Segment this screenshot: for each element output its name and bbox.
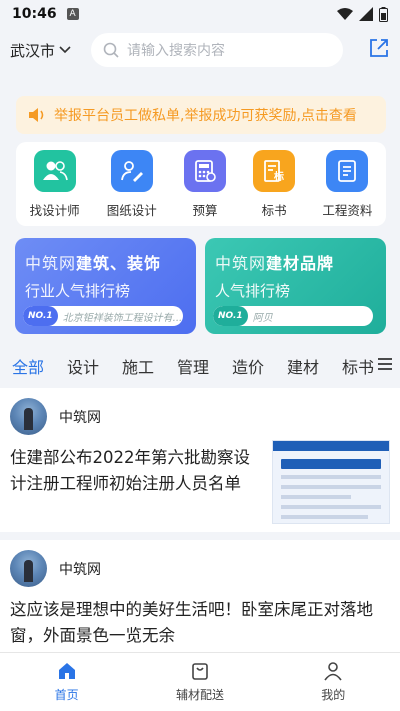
banner-construction-ranking[interactable]: 中筑网建筑、装饰 行业人气排行榜 NO.1 北京钜祥装饰工程设计有... — [15, 238, 196, 334]
signal-icon — [359, 7, 373, 21]
top-item-name: 阿贝 — [252, 312, 273, 324]
budget-icon — [184, 149, 226, 192]
post-thumbnail — [272, 440, 390, 524]
list-item[interactable]: 中筑网 住建部公布2022年第六批勘察设计注册工程师初始注册人员名单 — [0, 388, 400, 540]
search-input[interactable]: 请输入搜索内容 — [91, 33, 344, 67]
category-drawing-design[interactable]: 图纸设计 — [106, 149, 157, 219]
top-item-name: 北京钜祥装饰工程设计有... — [62, 312, 183, 324]
status-icons — [337, 6, 388, 22]
nav-profile[interactable]: 我的 — [293, 661, 373, 703]
category-label: 标书 — [261, 202, 287, 218]
banner-title: 中筑网建筑、装饰 — [25, 254, 162, 273]
report-notice-bar[interactable]: 举报平台员工做私单,举报成功可获奖励,点击查看 — [16, 96, 386, 134]
city-label: 武汉市 — [10, 41, 56, 60]
menu-icon[interactable] — [378, 356, 392, 375]
banner-top-item: NO.1 北京钜祥装饰工程设计有... — [23, 306, 183, 326]
search-icon — [103, 42, 119, 58]
search-placeholder: 请输入搜索内容 — [127, 43, 226, 59]
banner-subtitle: 人气排行榜 — [215, 282, 291, 300]
category-label: 找设计师 — [29, 202, 80, 218]
rank-badge: NO.1 — [213, 306, 248, 326]
status-time: 10:46 — [12, 6, 57, 22]
category-tabs: 全部 设计 施工 管理 造价 建材 标书 — [0, 344, 400, 388]
banner-subtitle: 行业人气排行榜 — [25, 282, 131, 300]
wifi-icon — [337, 7, 353, 20]
nav-label: 首页 — [54, 688, 79, 702]
tab-design[interactable]: 设计 — [67, 354, 122, 378]
post-title: 住建部公布2022年第六批勘察设计注册工程师初始注册人员名单 — [10, 448, 250, 493]
bottom-nav: 首页 辅材配送 我的 — [0, 652, 400, 711]
author-name: 中筑网 — [59, 409, 101, 426]
banner-top-item: NO.1 阿贝 — [213, 306, 373, 326]
battery-icon — [379, 6, 388, 22]
tab-materials[interactable]: 建材 — [287, 354, 342, 378]
avatar — [10, 398, 47, 435]
share-button[interactable] — [368, 37, 390, 63]
list-item[interactable]: 中筑网 这应该是理想中的美好生活吧！卧室床尾正对落地窗，外面景色一览无余 — [0, 540, 400, 652]
speaker-icon — [29, 108, 44, 122]
nav-home[interactable]: 首页 — [27, 661, 107, 703]
category-label: 图纸设计 — [106, 202, 157, 218]
notification-a-icon: A — [66, 8, 79, 20]
news-feed: 中筑网 住建部公布2022年第六批勘察设计注册工程师初始注册人员名单 中筑网 这… — [0, 388, 400, 652]
category-budget[interactable]: 预算 — [184, 149, 226, 219]
rank-badge: NO.1 — [23, 306, 58, 326]
banner-material-ranking[interactable]: 中筑网建材品牌 人气排行榜 NO.1 阿贝 — [205, 238, 386, 334]
docs-icon — [326, 149, 369, 192]
nav-label: 辅材配送 — [175, 688, 224, 702]
tab-cost[interactable]: 造价 — [232, 354, 287, 378]
avatar — [10, 550, 47, 587]
share-icon — [370, 39, 388, 57]
tab-construction[interactable]: 施工 — [122, 354, 177, 378]
banner-title: 中筑网建材品牌 — [215, 254, 335, 273]
tab-management[interactable]: 管理 — [177, 354, 232, 378]
category-engineering-docs[interactable]: 工程资料 — [322, 149, 373, 219]
chevron-down-icon — [59, 46, 71, 54]
tender-icon: 标 — [253, 149, 296, 192]
post-author: 中筑网 — [10, 550, 390, 587]
home-icon — [58, 663, 75, 679]
top-bar: 武汉市 请输入搜索内容 — [0, 28, 400, 72]
post-title: 这应该是理想中的美好生活吧！卧室床尾正对落地窗，外面景色一览无余 — [10, 600, 373, 645]
nav-label: 我的 — [321, 688, 346, 702]
tab-all[interactable]: 全部 — [12, 354, 67, 378]
notice-text: 举报平台员工做私单,举报成功可获奖励,点击查看 — [54, 108, 357, 124]
status-bar: 10:46 A — [0, 0, 400, 28]
post-author: 中筑网 — [10, 398, 390, 435]
category-find-designer[interactable]: 找设计师 — [29, 149, 80, 219]
category-grid: 找设计师 图纸设计 预算 标 标书 工程资料 — [16, 142, 386, 226]
bag-icon — [192, 663, 208, 680]
category-label: 预算 — [192, 202, 218, 218]
city-selector[interactable]: 武汉市 — [10, 40, 71, 61]
nav-material-delivery[interactable]: 辅材配送 — [160, 661, 240, 703]
category-label: 工程资料 — [322, 202, 373, 218]
user-icon — [324, 662, 342, 681]
author-name: 中筑网 — [59, 561, 101, 578]
drawing-icon — [110, 149, 153, 192]
category-tender[interactable]: 标 标书 — [253, 149, 296, 219]
designer-icon — [33, 149, 76, 192]
svg-text:标: 标 — [273, 170, 284, 183]
